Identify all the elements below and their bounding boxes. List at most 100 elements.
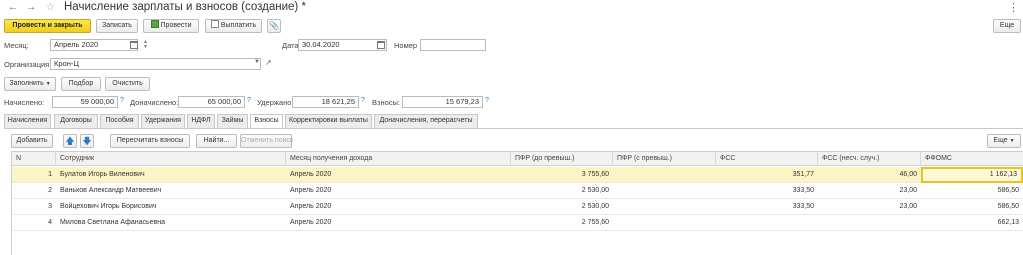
employee-cell[interactable]: Милова Светлана Афанасьевна <box>56 215 286 231</box>
column-header[interactable]: Месяц получения дохода <box>286 152 511 166</box>
month-spinner-icon[interactable]: ▲ ▼ <box>142 40 149 50</box>
favorite-star-icon[interactable]: ☆ <box>46 2 55 13</box>
row-number: 3 <box>48 203 52 210</box>
pfr-over-cell[interactable] <box>613 183 716 199</box>
ffoms-cell[interactable]: 586,50 <box>921 199 1023 215</box>
ffoms-cell[interactable]: 662,13 <box>921 215 1023 231</box>
month-label: Месяц: <box>4 41 29 50</box>
grid-more-label: Еще <box>993 137 1008 144</box>
ffoms-cell[interactable]: 586,50 <box>921 183 1023 199</box>
withheld-help-icon[interactable]: ? <box>361 97 365 104</box>
column-header[interactable]: ФФОМС <box>921 152 1023 166</box>
fss-accident-cell[interactable] <box>818 215 921 231</box>
pfr-over-cell[interactable] <box>613 167 716 183</box>
move-up-icon[interactable]: 🡅 <box>63 134 77 148</box>
save-button[interactable]: Записать <box>96 19 138 33</box>
date-calendar-icon[interactable] <box>377 41 385 49</box>
fss-cell[interactable] <box>716 215 818 231</box>
fss-cell[interactable]: 351,77 <box>716 167 818 183</box>
employee-cell[interactable]: Ваньков Александр Матвеевич <box>56 183 286 199</box>
column-header[interactable]: Сотрудник <box>56 152 286 166</box>
forward-arrow-icon[interactable]: → <box>24 2 38 14</box>
tab-contributions[interactable]: Взносы <box>250 114 283 129</box>
income-month-cell[interactable]: Апрель 2020 <box>286 199 511 215</box>
pfr-over-cell[interactable] <box>613 199 716 215</box>
post-button-label: Провести <box>160 22 192 29</box>
pfr-over-cell[interactable] <box>613 215 716 231</box>
paperclip-icon: 📎 <box>269 21 279 30</box>
table-row[interactable]: 4 Милова Светлана Афанасьевна Апрель 202… <box>12 215 1023 231</box>
fss-cell[interactable]: 333,50 <box>716 183 818 199</box>
month-input[interactable]: Апрель 2020 <box>50 39 138 51</box>
tab-payment-adjustments[interactable]: Корректировки выплаты <box>285 114 372 128</box>
clear-button[interactable]: Очистить <box>105 77 150 91</box>
fss-accident-cell[interactable]: 23,00 <box>818 183 921 199</box>
pay-button[interactable]: Выплатить <box>205 19 262 33</box>
withheld-value: 18 621,25 <box>292 96 359 108</box>
add-button[interactable]: Добавить <box>11 134 53 148</box>
recalculate-contributions-button[interactable]: Пересчитать взносы <box>110 134 190 148</box>
organization-dropdown-icon[interactable]: ▼ <box>254 59 260 65</box>
employee-cell[interactable]: Войцехович Игорь Борисович <box>56 199 286 215</box>
back-arrow-icon[interactable]: ← <box>6 2 20 14</box>
organization-input[interactable]: Крон-Ц <box>50 58 261 70</box>
grid-more-button[interactable]: Еще ▼ <box>987 134 1021 148</box>
tab-divider <box>4 128 1023 129</box>
table-row[interactable]: 3 Войцехович Игорь Борисович Апрель 2020… <box>12 199 1023 215</box>
tab-benefits[interactable]: Пособия <box>100 114 139 128</box>
accrued-help-icon[interactable]: ? <box>120 97 124 104</box>
contributions-help-icon[interactable]: ? <box>485 97 489 104</box>
fill-button-label: Заполнить <box>9 80 44 87</box>
accrued-value: 59 000,00 <box>52 96 118 108</box>
post-button[interactable]: Провести <box>143 19 199 33</box>
calendar-icon[interactable] <box>130 41 138 49</box>
row-number: 4 <box>48 219 52 226</box>
move-down-icon[interactable]: 🡇 <box>80 134 94 148</box>
pay-icon <box>210 20 219 28</box>
post-and-close-button[interactable]: Провести и закрыть <box>4 19 91 33</box>
accrued-label: Начислено: <box>4 98 45 107</box>
column-header[interactable]: N <box>12 152 56 166</box>
fss-accident-cell[interactable]: 23,00 <box>818 199 921 215</box>
pfr-cell[interactable]: 3 755,60 <box>511 167 613 183</box>
pfr-cell[interactable]: 2 755,60 <box>511 215 613 231</box>
cancel-search-button[interactable]: Отменить поиск <box>240 134 293 148</box>
number-label: Номер <box>394 41 418 50</box>
income-month-cell[interactable]: Апрель 2020 <box>286 215 511 231</box>
fill-button[interactable]: Заполнить ▼ <box>4 77 56 91</box>
table-row[interactable]: 1 Булатов Игорь Виленович Апрель 2020 3 … <box>12 167 1023 183</box>
fss-accident-cell[interactable]: 46,00 <box>818 167 921 183</box>
contributions-table: N Сотрудник Месяц получения дохода ПФР (… <box>11 151 1023 255</box>
attach-button[interactable]: 📎 <box>267 19 281 33</box>
number-input[interactable] <box>420 39 486 51</box>
tab-accruals[interactable]: Начисления <box>4 114 51 128</box>
column-header[interactable]: ФСС (несч. случ.) <box>818 152 921 166</box>
pay-button-label: Выплатить <box>220 22 257 29</box>
fss-cell[interactable]: 333,50 <box>716 199 818 215</box>
tab-ndfl[interactable]: НДФЛ <box>187 114 215 128</box>
column-header[interactable]: ФСС <box>716 152 818 166</box>
pfr-cell[interactable]: 2 530,00 <box>511 183 613 199</box>
tab-loans[interactable]: Займы <box>217 114 248 128</box>
column-header[interactable]: ПФР (с превыш.) <box>613 152 716 166</box>
date-input[interactable]: 30.04.2020 <box>298 39 387 51</box>
window-menu-icon[interactable]: ⋮ <box>1008 1 1019 14</box>
ffoms-cell[interactable]: 1 162,13 <box>921 167 1023 183</box>
pfr-cell[interactable]: 2 530,00 <box>511 199 613 215</box>
table-header: N Сотрудник Месяц получения дохода ПФР (… <box>12 152 1023 166</box>
income-month-cell[interactable]: Апрель 2020 <box>286 183 511 199</box>
additional-value: 65 000,00 <box>178 96 245 108</box>
table-row[interactable]: 2 Ваньков Александр Матвеевич Апрель 202… <box>12 183 1023 199</box>
column-header[interactable]: ПФР (до превыш.) <box>511 152 613 166</box>
pick-button[interactable]: Подбор <box>61 77 101 91</box>
income-month-cell[interactable]: Апрель 2020 <box>286 167 511 183</box>
tab-contracts[interactable]: Договоры <box>54 114 98 128</box>
organization-open-icon[interactable]: ↗ <box>265 58 272 67</box>
window-title: Начисление зарплаты и взносов (создание)… <box>64 1 306 13</box>
toolbar-more-button[interactable]: Еще <box>993 19 1021 33</box>
employee-cell[interactable]: Булатов Игорь Виленович <box>56 167 286 183</box>
tab-recalculations[interactable]: Доначисления, перерасчеты <box>374 114 478 128</box>
tab-deductions[interactable]: Удержания <box>141 114 185 128</box>
additional-help-icon[interactable]: ? <box>247 97 251 104</box>
find-button[interactable]: Найти... <box>196 134 237 148</box>
